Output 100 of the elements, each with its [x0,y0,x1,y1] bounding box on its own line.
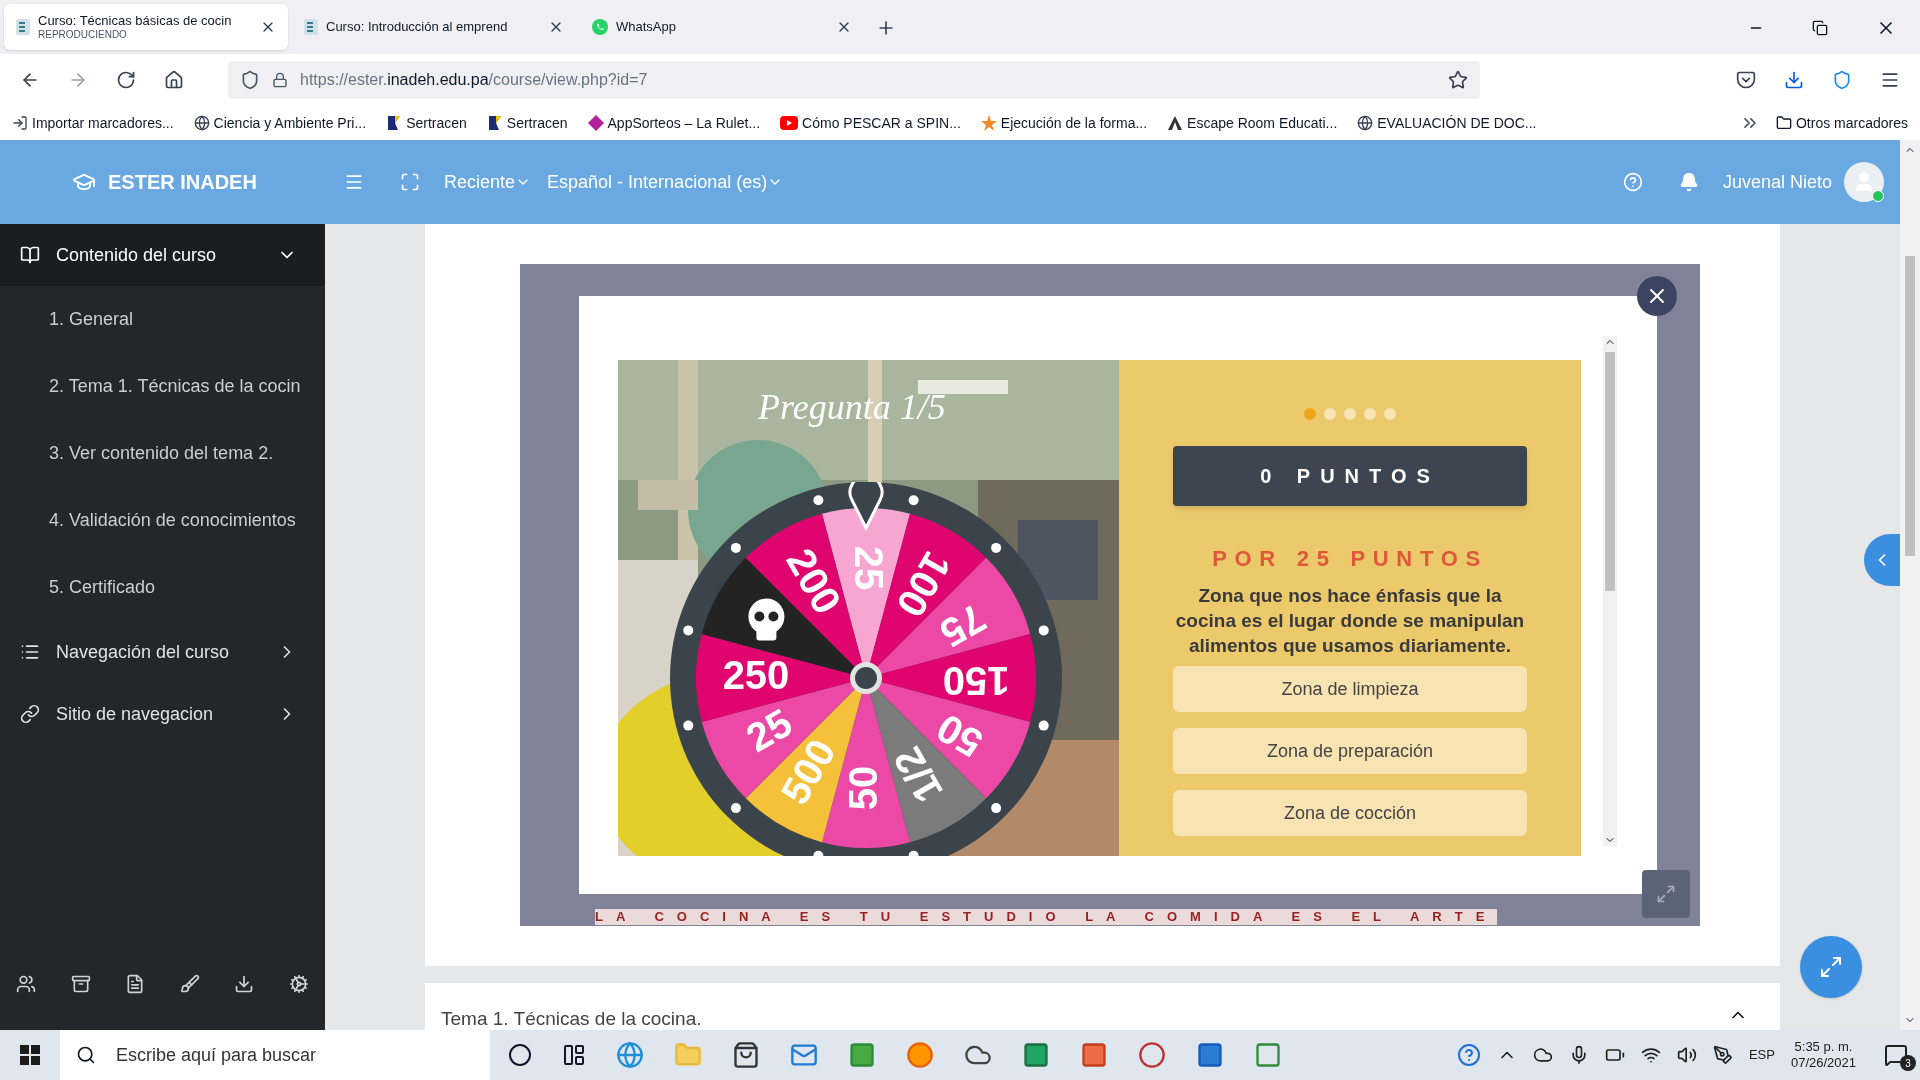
star-icon [980,115,997,131]
file-icon[interactable] [125,974,146,994]
document-icon[interactable] [1196,1041,1224,1069]
pen-icon[interactable] [1712,1045,1733,1065]
sidebar-item[interactable]: 4. Validación de conocimientos [0,487,325,554]
play-icon [780,116,799,130]
bookmark[interactable]: Escape Room Educati... [1167,112,1342,134]
shield-icon[interactable] [1832,70,1852,90]
download-icon[interactable] [1784,70,1804,90]
bookmark[interactable]: Sertracen [486,112,572,134]
windows-icon[interactable] [20,1045,40,1065]
browser-tab[interactable]: WhatsApp [580,4,864,50]
cloud-icon[interactable] [1532,1045,1553,1065]
score-display: 0 PUNTOS [1173,446,1527,506]
bookmark[interactable]: Ejecución de la forma... [980,112,1152,134]
shield-icon [240,70,260,90]
spreadsheet-icon[interactable] [1022,1041,1050,1069]
download-icon[interactable] [234,974,255,994]
question-text: Zona que nos hace énfasis que la cocina es el lugar donde se manipulan alimentos que usamos diariamente. [1174,584,1526,658]
wifi-icon[interactable] [1640,1045,1661,1065]
star-icon[interactable] [1448,70,1468,90]
browser-icon[interactable] [906,1041,934,1069]
square-app-icon[interactable] [848,1041,876,1069]
globe-icon [193,115,210,131]
page-scrollbar[interactable] [1900,140,1920,1030]
bookmark[interactable]: Sertracen [386,112,471,134]
answer-option[interactable]: Zona de cocción [1173,790,1527,836]
bookmark[interactable]: Cómo PESCAR a SPIN... [780,112,965,134]
modal-scrollbar[interactable] [1603,336,1617,846]
slides-icon[interactable] [1080,1041,1108,1069]
app-icon[interactable] [1138,1041,1166,1069]
lock-icon [272,72,288,88]
triangle-icon [1167,115,1184,131]
volume-icon[interactable] [1676,1045,1697,1065]
question-counter: Pregunta 1/5 [758,386,946,429]
circle-icon[interactable] [508,1043,532,1067]
close-button[interactable] [1637,276,1677,316]
bookmark[interactable]: AppSorteos – La Rulet... [587,112,765,134]
sidebar-section[interactable]: Navegación del curso [0,621,325,683]
banner-text: LA COCINA ES TU ESTUDIO LA COMIDA ES EL ARTE [595,909,1498,925]
clock[interactable]: 5:35 p. m. 07/26/2021 [1790,1038,1856,1072]
search-icon [76,1045,96,1065]
flag-icon [386,115,403,131]
expand-icon [1819,955,1843,979]
bookmark[interactable]: Ciencia y Ambiente Pri... [193,112,371,134]
diamond-icon [587,115,604,131]
archive-icon[interactable] [70,974,91,994]
prize-wheel-drawing: 25 100 75 150 50 1/2 50 500 25 250 200 [670,482,1062,856]
sidebar-item[interactable]: 2. Tema 1. Técnicas de la cocin [0,353,325,420]
reload-icon[interactable] [116,70,136,90]
tab-title: WhatsApp [616,18,677,36]
square-app-icon[interactable] [1254,1041,1282,1069]
expand-icon [1656,884,1676,904]
language-indicator[interactable]: ESP [1748,1045,1775,1065]
sidebar-item[interactable]: 3. Ver contenido del tema 2. [0,420,325,487]
notification-count: 3 [1900,1055,1916,1071]
browser-icon[interactable] [616,1041,644,1069]
settings-icon[interactable] [288,974,309,994]
other-bookmarks[interactable]: Otros marcadores [1775,112,1908,134]
pocket-icon[interactable] [1736,70,1756,90]
answer-option[interactable]: Zona de limpieza [1173,666,1527,712]
browser-tab[interactable]: Curso: Introducción al emprend [292,4,576,50]
restore-icon[interactable] [1812,20,1828,36]
users-icon[interactable] [16,974,36,994]
page-icon [304,19,318,35]
import-icon [12,115,28,131]
sidebar-item[interactable]: 5. Certificado [0,554,325,621]
scrollbar-thumb[interactable] [1905,256,1915,556]
sidebar-section[interactable]: Contenido del curso [0,224,325,286]
flag-icon [486,115,503,131]
list-icon [20,642,40,662]
bag-icon[interactable] [732,1041,760,1069]
folder-icon [1775,115,1792,131]
answer-option[interactable]: Zona de preparación [1173,728,1527,774]
prize-label: POR 25 PUNTOS [1212,545,1488,573]
browser-tab[interactable]: Curso: Técnicas básicas de cocin REPRODUCIENDO [4,4,288,50]
bookmark[interactable]: Importar marcadores... [12,112,178,134]
bookmark[interactable]: EVALUACIÓN DE DOC... [1357,112,1541,134]
address-bar[interactable]: https://ester.inadeh.edu.pa/course/view.php?id=7 [228,61,1480,99]
help-icon[interactable] [1456,1043,1481,1067]
page-icon [16,19,30,35]
chat-icon [592,19,608,35]
scrollbar-thumb[interactable] [1605,352,1615,591]
fullscreen-button[interactable] [1800,936,1862,998]
menu-icon[interactable] [1880,70,1900,90]
section-title[interactable]: Tema 1. Técnicas de la cocina. [441,1005,1728,1030]
tab-subtitle: REPRODUCIENDO [38,28,128,42]
sidebar-section[interactable]: Sitio de navegacion [0,683,325,745]
sidebar-item[interactable]: 1. General [0,286,325,353]
search-field[interactable]: Escribe aquí para buscar [60,1030,490,1080]
book-icon [20,245,40,265]
task-view-icon[interactable] [562,1043,586,1067]
tab-title: Curso: Introducción al emprend [326,18,509,36]
home-icon[interactable] [164,70,184,90]
brush-icon[interactable] [179,974,200,994]
link-icon [20,704,40,724]
side-drawer-tab[interactable] [1864,534,1900,586]
url-text: https://ester.inadeh.edu.pa/course/view.php?id=7 [300,70,648,90]
globe-icon [1357,115,1374,131]
tab-title: Curso: Técnicas básicas de cocin [38,12,233,29]
